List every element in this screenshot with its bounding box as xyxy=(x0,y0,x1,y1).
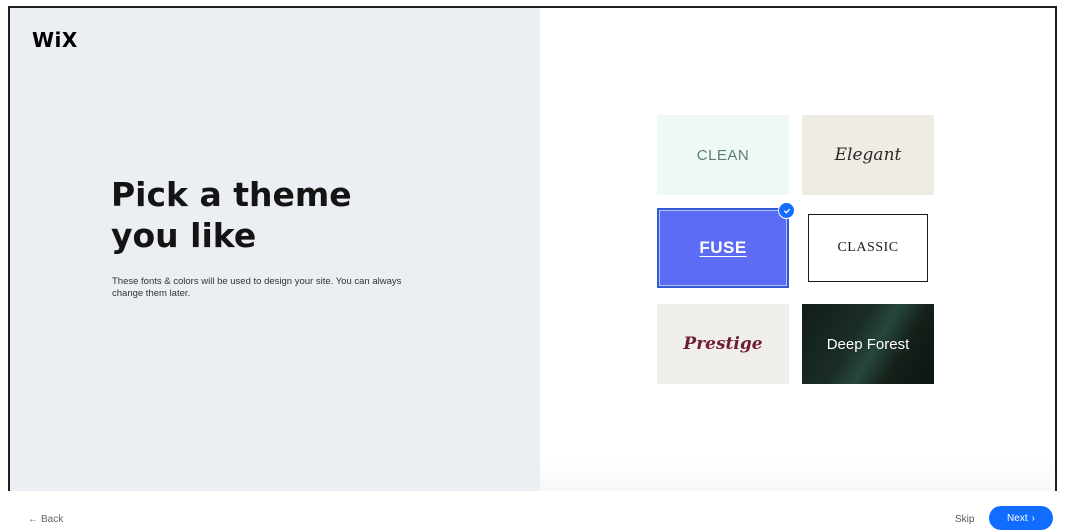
intro-panel: WiX Pick a theme you like These fonts & … xyxy=(10,8,540,491)
theme-card-clean[interactable]: CLEAN xyxy=(657,115,789,195)
theme-card-fuse[interactable]: FUSE xyxy=(657,202,795,288)
page-subtitle: These fonts & colors will be used to des… xyxy=(112,276,402,299)
theme-label-deep-forest: Deep Forest xyxy=(826,335,910,353)
panel-fade xyxy=(540,461,1055,491)
next-button[interactable]: Next › xyxy=(989,506,1053,530)
chevron-right-icon: › xyxy=(1031,512,1035,524)
theme-card-elegant[interactable]: Elegant xyxy=(802,115,934,195)
page-title-line-1: Pick a theme xyxy=(111,175,352,214)
page-title-line-2: you like xyxy=(111,216,257,255)
theme-picker-panel xyxy=(540,8,1055,491)
back-label: Back xyxy=(41,514,64,525)
theme-label-classic: CLASSIC xyxy=(837,240,899,255)
check-icon xyxy=(783,208,790,213)
skip-button[interactable]: Skip xyxy=(955,514,974,525)
back-button[interactable]: ← Back xyxy=(28,514,63,525)
theme-label-elegant: Elegant xyxy=(834,145,902,165)
wix-logo: WiX xyxy=(32,28,78,52)
theme-card-deep-forest[interactable]: Deep Forest xyxy=(802,304,934,384)
next-label: Next xyxy=(1007,512,1028,524)
theme-label-fuse: FUSE xyxy=(699,238,747,257)
theme-label-prestige: Prestige xyxy=(683,334,763,354)
theme-card-prestige[interactable]: Prestige xyxy=(657,304,789,384)
theme-card-classic[interactable]: CLASSIC xyxy=(802,208,934,288)
theme-label-clean: CLEAN xyxy=(696,146,750,164)
selected-check-icon xyxy=(778,202,795,219)
arrow-left-icon: ← xyxy=(28,514,38,525)
page-title: Pick a theme you like xyxy=(111,174,411,256)
